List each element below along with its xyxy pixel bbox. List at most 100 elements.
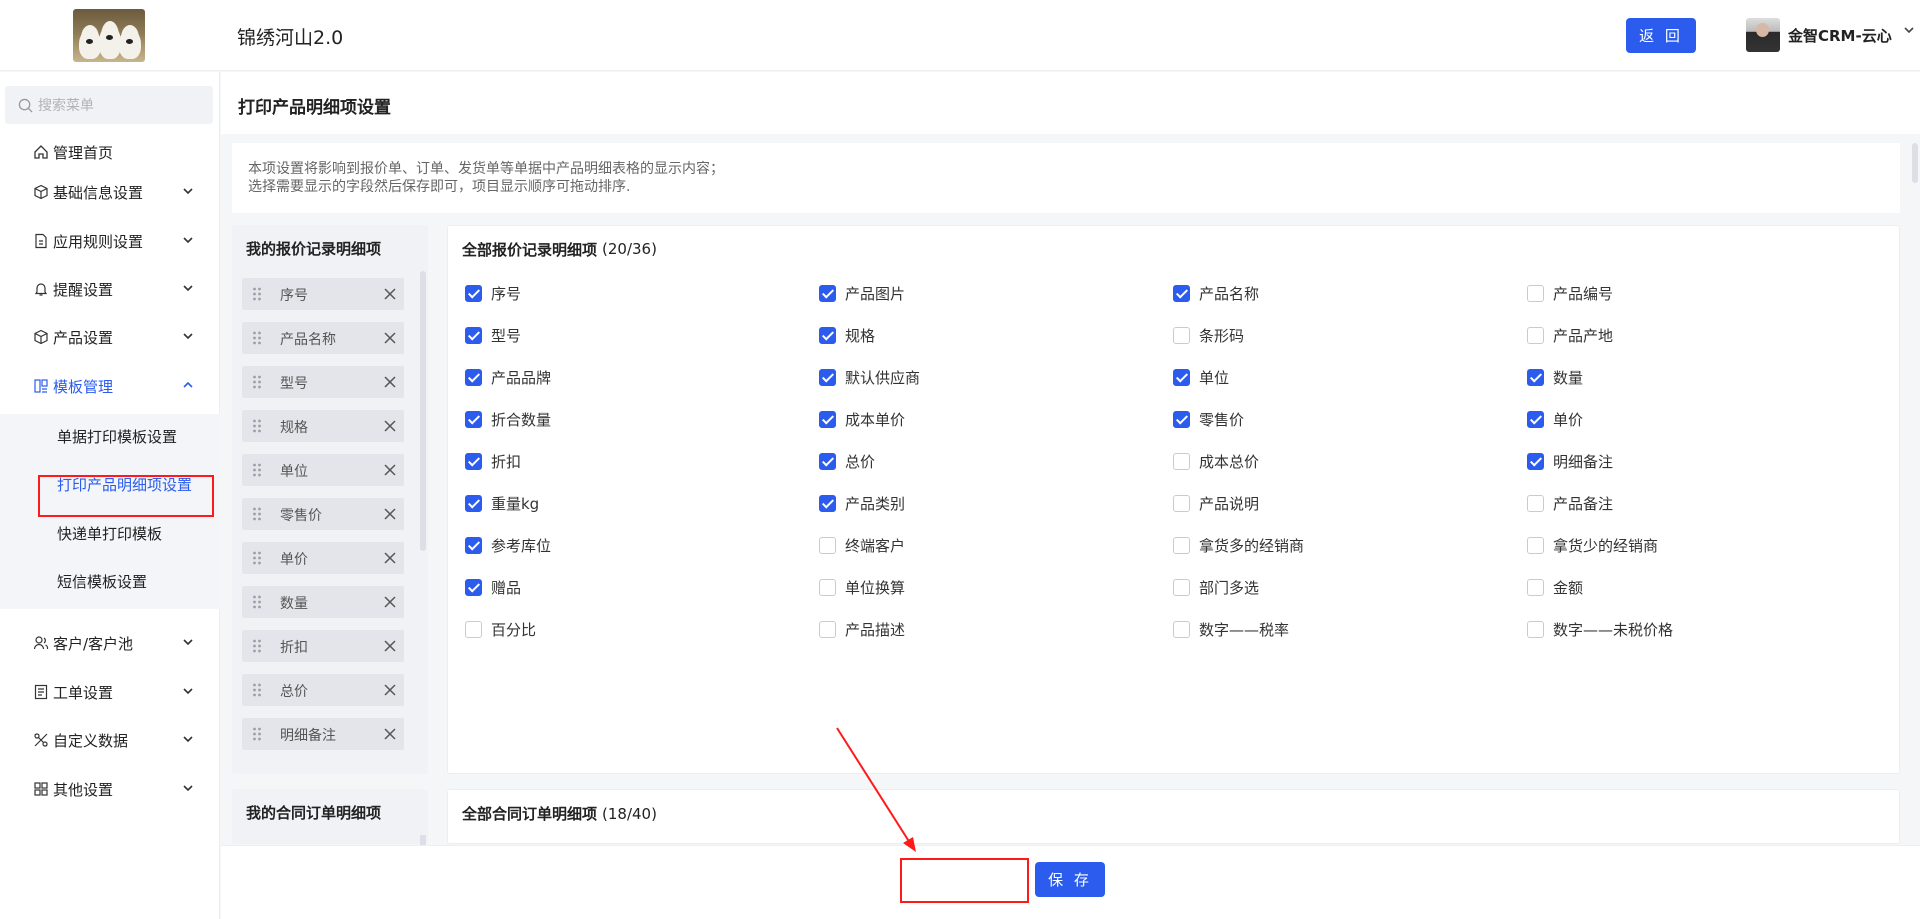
avatar[interactable]	[1746, 18, 1780, 52]
close-icon[interactable]	[383, 287, 397, 301]
sidebar-item-basic-info[interactable]: 基础信息设置	[0, 172, 220, 212]
sidebar-item-template[interactable]: 模板管理	[0, 366, 220, 406]
checkbox[interactable]	[1527, 453, 1544, 470]
field-option-checkbox[interactable]: 单价	[1527, 409, 1583, 430]
drag-handle-icon[interactable]	[252, 375, 262, 389]
sidebar-item-customer[interactable]: 客户/客户池	[0, 623, 220, 663]
field-option-checkbox[interactable]: 折扣	[465, 451, 521, 472]
checkbox[interactable]	[465, 285, 482, 302]
checkbox[interactable]	[1527, 411, 1544, 428]
drag-handle-icon[interactable]	[252, 419, 262, 433]
checkbox[interactable]	[1527, 621, 1544, 638]
drag-handle-icon[interactable]	[252, 507, 262, 521]
close-icon[interactable]	[383, 639, 397, 653]
sidebar-item-home[interactable]: 管理首页	[0, 132, 220, 172]
drag-handle-icon[interactable]	[252, 595, 262, 609]
field-option-checkbox[interactable]: 单位	[1173, 367, 1229, 388]
checkbox[interactable]	[1173, 285, 1190, 302]
drag-handle-icon[interactable]	[252, 551, 262, 565]
selected-field-chip[interactable]: 单价	[242, 542, 404, 574]
field-option-checkbox[interactable]: 部门多选	[1173, 577, 1259, 598]
field-option-checkbox[interactable]: 产品名称	[1173, 283, 1259, 304]
field-option-checkbox[interactable]: 成本总价	[1173, 451, 1259, 472]
field-option-checkbox[interactable]: 产品产地	[1527, 325, 1613, 346]
field-option-checkbox[interactable]: 总价	[819, 451, 875, 472]
checkbox[interactable]	[819, 453, 836, 470]
submenu-item-print-template[interactable]: 单据打印模板设置	[0, 414, 220, 458]
user-name[interactable]: 金智CRM-云心	[1788, 25, 1892, 46]
drag-handle-icon[interactable]	[252, 639, 262, 653]
selected-field-chip[interactable]: 单位	[242, 454, 404, 486]
field-option-checkbox[interactable]: 产品描述	[819, 619, 905, 640]
field-option-checkbox[interactable]: 产品编号	[1527, 283, 1613, 304]
checkbox[interactable]	[465, 537, 482, 554]
sidebar-item-app-rules[interactable]: 应用规则设置	[0, 221, 220, 261]
selected-field-chip[interactable]: 折扣	[242, 630, 404, 662]
selected-field-chip[interactable]: 产品名称	[242, 322, 404, 354]
checkbox[interactable]	[465, 579, 482, 596]
chevron-down-icon[interactable]	[1903, 24, 1915, 36]
field-option-checkbox[interactable]: 数字——未税价格	[1527, 619, 1673, 640]
close-icon[interactable]	[383, 463, 397, 477]
sidebar-item-custom-data[interactable]: 自定义数据	[0, 720, 220, 760]
drag-handle-icon[interactable]	[252, 463, 262, 477]
checkbox[interactable]	[465, 411, 482, 428]
checkbox[interactable]	[465, 453, 482, 470]
selected-field-chip[interactable]: 序号	[242, 278, 404, 310]
back-button[interactable]: 返 回	[1626, 18, 1696, 53]
checkbox[interactable]	[465, 327, 482, 344]
drag-handle-icon[interactable]	[252, 331, 262, 345]
checkbox[interactable]	[465, 621, 482, 638]
checkbox[interactable]	[1173, 495, 1190, 512]
close-icon[interactable]	[383, 595, 397, 609]
checkbox[interactable]	[1173, 369, 1190, 386]
submenu-item-sms-template[interactable]: 短信模板设置	[0, 559, 220, 603]
checkbox[interactable]	[465, 369, 482, 386]
drag-handle-icon[interactable]	[252, 683, 262, 697]
selected-field-chip[interactable]: 零售价	[242, 498, 404, 530]
panel-scrollbar[interactable]	[420, 271, 426, 551]
field-option-checkbox[interactable]: 金额	[1527, 577, 1583, 598]
checkbox[interactable]	[1527, 285, 1544, 302]
field-option-checkbox[interactable]: 拿货少的经销商	[1527, 535, 1658, 556]
field-option-checkbox[interactable]: 拿货多的经销商	[1173, 535, 1304, 556]
close-icon[interactable]	[383, 507, 397, 521]
field-option-checkbox[interactable]: 序号	[465, 283, 521, 304]
field-option-checkbox[interactable]: 产品类别	[819, 493, 905, 514]
field-option-checkbox[interactable]: 零售价	[1173, 409, 1244, 430]
checkbox[interactable]	[1527, 579, 1544, 596]
drag-handle-icon[interactable]	[252, 287, 262, 301]
checkbox[interactable]	[1173, 579, 1190, 596]
close-icon[interactable]	[383, 683, 397, 697]
field-option-checkbox[interactable]: 单位换算	[819, 577, 905, 598]
selected-field-chip[interactable]: 规格	[242, 410, 404, 442]
selected-field-chip[interactable]: 型号	[242, 366, 404, 398]
close-icon[interactable]	[383, 331, 397, 345]
checkbox[interactable]	[1173, 537, 1190, 554]
checkbox[interactable]	[1527, 537, 1544, 554]
sidebar-item-ticket[interactable]: 工单设置	[0, 672, 220, 712]
checkbox[interactable]	[1173, 453, 1190, 470]
checkbox[interactable]	[819, 285, 836, 302]
checkbox[interactable]	[819, 495, 836, 512]
checkbox[interactable]	[819, 579, 836, 596]
submenu-item-print-product-detail[interactable]: 打印产品明细项设置	[0, 462, 220, 506]
checkbox[interactable]	[1173, 621, 1190, 638]
field-option-checkbox[interactable]: 参考库位	[465, 535, 551, 556]
checkbox[interactable]	[1173, 411, 1190, 428]
close-icon[interactable]	[383, 375, 397, 389]
field-option-checkbox[interactable]: 条形码	[1173, 325, 1244, 346]
field-option-checkbox[interactable]: 折合数量	[465, 409, 551, 430]
field-option-checkbox[interactable]: 明细备注	[1527, 451, 1613, 472]
checkbox[interactable]	[1527, 327, 1544, 344]
checkbox[interactable]	[465, 495, 482, 512]
checkbox[interactable]	[1527, 495, 1544, 512]
field-option-checkbox[interactable]: 数字——税率	[1173, 619, 1289, 640]
submenu-item-express-template[interactable]: 快递单打印模板	[0, 511, 220, 555]
close-icon[interactable]	[383, 419, 397, 433]
field-option-checkbox[interactable]: 默认供应商	[819, 367, 920, 388]
checkbox[interactable]	[819, 327, 836, 344]
sidebar-item-product[interactable]: 产品设置	[0, 317, 220, 357]
close-icon[interactable]	[383, 727, 397, 741]
field-option-checkbox[interactable]: 终端客户	[819, 535, 905, 556]
